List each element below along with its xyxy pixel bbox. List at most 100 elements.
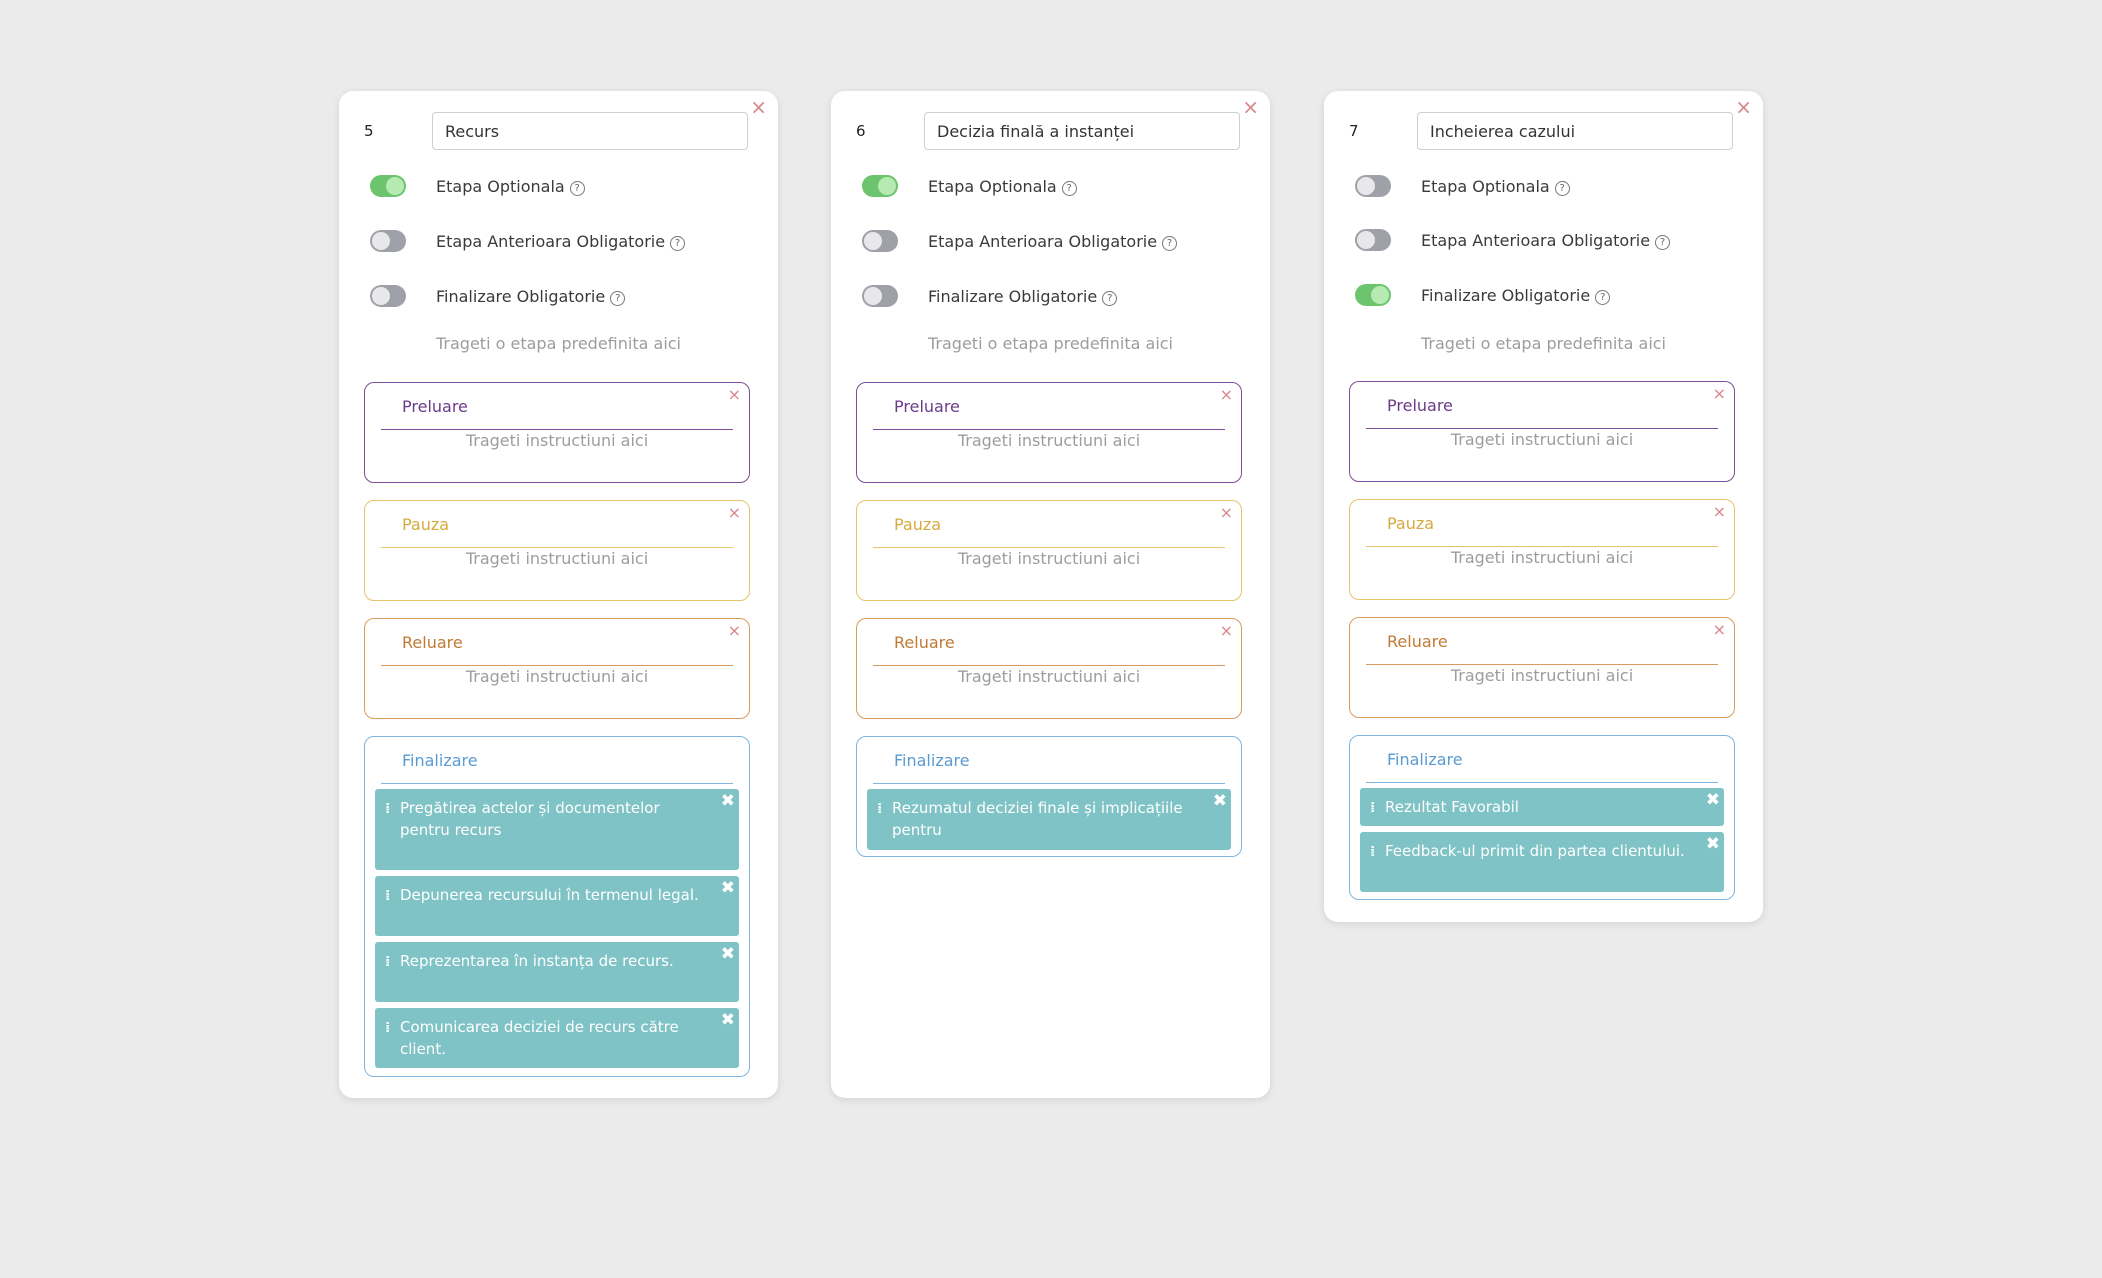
section-divider	[873, 547, 1225, 548]
remove-item-icon[interactable]: ✖	[1706, 789, 1720, 811]
step-name-input[interactable]	[924, 112, 1240, 150]
instruction-item[interactable]: ⁞ Comunicarea deciziei de recurs către c…	[375, 1008, 739, 1068]
etapa-optionala-toggle[interactable]	[370, 175, 406, 197]
etapa-optionala-toggle[interactable]	[862, 175, 898, 197]
predefined-step-drop-zone[interactable]: Trageti o etapa predefinita aici	[1324, 334, 1763, 353]
instruction-text: Pregătirea actelor și documentelor pentr…	[400, 799, 660, 839]
instruction-item[interactable]: ⁞ Depunerea recursului în termenul legal…	[375, 876, 739, 936]
toggle-label: Etapa Anterioara Obligatorie?	[436, 232, 686, 251]
step-name-input[interactable]	[1417, 112, 1733, 150]
section-preluare[interactable]: × Preluare Trageti instructiuni aici	[1349, 381, 1735, 482]
remove-item-icon[interactable]: ✖	[721, 790, 735, 812]
instruction-list: ⁞ Pregătirea actelor și documentelor pen…	[375, 789, 739, 1074]
remove-item-icon[interactable]: ✖	[721, 1009, 735, 1031]
section-divider	[381, 429, 733, 430]
remove-item-icon[interactable]: ✖	[721, 943, 735, 965]
section-reluare[interactable]: × Reluare Trageti instructiuni aici	[364, 618, 750, 719]
toggle-row-etapa-anterioara-obligatorie: Etapa Anterioara Obligatorie?	[1355, 225, 1743, 255]
remove-item-icon[interactable]: ✖	[1213, 790, 1227, 812]
finalizare-obligatorie-toggle[interactable]	[862, 285, 898, 307]
instruction-item[interactable]: ⁞ Rezumatul deciziei finale și implicați…	[867, 789, 1231, 850]
instruction-item[interactable]: ⁞ Pregătirea actelor și documentelor pen…	[375, 789, 739, 870]
close-section-icon[interactable]: ×	[1220, 385, 1233, 404]
toggle-label: Etapa Anterioara Obligatorie?	[928, 232, 1178, 251]
instruction-item[interactable]: ⁞ Rezultat Favorabil ✖	[1360, 788, 1724, 826]
predefined-step-drop-zone[interactable]: Trageti o etapa predefinita aici	[831, 334, 1270, 353]
remove-item-icon[interactable]: ✖	[721, 877, 735, 899]
drag-handle-icon[interactable]: ⁞	[877, 798, 882, 820]
toggle-row-etapa-optionala: Etapa Optionala?	[1355, 171, 1743, 201]
instruction-text: Feedback-ul primit din partea clientului…	[1385, 842, 1685, 860]
close-section-icon[interactable]: ×	[728, 621, 741, 640]
close-section-icon[interactable]: ×	[1713, 384, 1726, 403]
toggle-row-etapa-optionala: Etapa Optionala?	[370, 171, 758, 201]
section-preluare[interactable]: × Preluare Trageti instructiuni aici	[856, 382, 1242, 483]
finalizare-obligatorie-toggle[interactable]	[370, 285, 406, 307]
step-name-input[interactable]	[432, 112, 748, 150]
drag-handle-icon[interactable]: ⁞	[385, 1017, 390, 1039]
toggle-knob	[878, 177, 896, 195]
step-card-6: × 6 Etapa Optionala? Etapa Anterioara Ob…	[831, 91, 1270, 1098]
section-finalizare[interactable]: Finalizare ⁞ Rezumatul deciziei finale ș…	[856, 736, 1242, 857]
close-section-icon[interactable]: ×	[1220, 503, 1233, 522]
help-icon[interactable]: ?	[610, 291, 626, 306]
instruction-text: Rezumatul deciziei finale și implicațiil…	[892, 799, 1183, 839]
help-icon[interactable]: ?	[1595, 290, 1611, 305]
drag-handle-icon[interactable]: ⁞	[1370, 841, 1375, 863]
section-preluare[interactable]: × Preluare Trageti instructiuni aici	[364, 382, 750, 483]
help-icon[interactable]: ?	[1162, 236, 1178, 251]
help-icon[interactable]: ?	[670, 236, 686, 251]
drag-handle-icon[interactable]: ⁞	[385, 951, 390, 973]
remove-item-icon[interactable]: ✖	[1706, 833, 1720, 855]
instruction-item[interactable]: ⁞ Reprezentarea în instanța de recurs. ✖	[375, 942, 739, 1002]
toggle-row-etapa-optionala: Etapa Optionala?	[862, 171, 1250, 201]
close-section-icon[interactable]: ×	[1220, 621, 1233, 640]
section-pauza[interactable]: × Pauza Trageti instructiuni aici	[856, 500, 1242, 601]
toggle-row-finalizare-obligatorie: Finalizare Obligatorie?	[370, 281, 758, 311]
section-reluare[interactable]: × Reluare Trageti instructiuni aici	[1349, 617, 1735, 718]
section-pauza[interactable]: × Pauza Trageti instructiuni aici	[364, 500, 750, 601]
help-icon[interactable]: ?	[1655, 235, 1671, 250]
etapa-optionala-toggle[interactable]	[1355, 175, 1391, 197]
instruction-item[interactable]: ⁞ Feedback-ul primit din partea clientul…	[1360, 832, 1724, 892]
close-section-icon[interactable]: ×	[1713, 502, 1726, 521]
section-divider	[873, 783, 1225, 784]
section-divider	[873, 665, 1225, 666]
etapa-anterioara-obligatorie-toggle[interactable]	[1355, 229, 1391, 251]
instructions-drop-hint: Trageti instructiuni aici	[465, 667, 649, 686]
etapa-anterioara-obligatorie-toggle[interactable]	[862, 230, 898, 252]
section-title: Preluare	[1387, 396, 1453, 415]
section-finalizare[interactable]: Finalizare ⁞ Pregătirea actelor și docum…	[364, 736, 750, 1077]
instructions-drop-hint: Trageti instructiuni aici	[465, 549, 649, 568]
section-divider	[1366, 546, 1718, 547]
close-section-icon[interactable]: ×	[1713, 620, 1726, 639]
drag-handle-icon[interactable]: ⁞	[385, 798, 390, 820]
help-icon[interactable]: ?	[1061, 181, 1077, 196]
help-icon[interactable]: ?	[1102, 291, 1118, 306]
section-finalizare[interactable]: Finalizare ⁞ Rezultat Favorabil ✖ ⁞ Feed…	[1349, 735, 1735, 900]
section-pauza[interactable]: × Pauza Trageti instructiuni aici	[1349, 499, 1735, 600]
etapa-anterioara-obligatorie-toggle[interactable]	[370, 230, 406, 252]
toggle-knob	[1357, 231, 1375, 249]
section-title: Pauza	[402, 515, 450, 534]
close-section-icon[interactable]: ×	[728, 385, 741, 404]
drag-handle-icon[interactable]: ⁞	[385, 885, 390, 907]
step-header: 6	[856, 112, 1245, 152]
predefined-step-drop-zone[interactable]: Trageti o etapa predefinita aici	[339, 334, 778, 353]
instruction-text: Rezultat Favorabil	[1385, 798, 1519, 816]
section-title: Pauza	[894, 515, 942, 534]
section-reluare[interactable]: × Reluare Trageti instructiuni aici	[856, 618, 1242, 719]
drag-handle-icon[interactable]: ⁞	[1370, 797, 1375, 819]
finalizare-obligatorie-toggle[interactable]	[1355, 284, 1391, 306]
toggle-knob	[386, 177, 404, 195]
help-icon[interactable]: ?	[1554, 181, 1570, 196]
instruction-list: ⁞ Rezumatul deciziei finale și implicați…	[867, 789, 1231, 856]
help-icon[interactable]: ?	[569, 181, 585, 196]
close-section-icon[interactable]: ×	[728, 503, 741, 522]
section-title: Pauza	[1387, 514, 1435, 533]
section-title: Finalizare	[1387, 750, 1463, 769]
step-number: 5	[364, 122, 374, 140]
toggle-label: Finalizare Obligatorie?	[1421, 286, 1611, 305]
toggle-knob	[372, 287, 390, 305]
section-divider	[1366, 782, 1718, 783]
